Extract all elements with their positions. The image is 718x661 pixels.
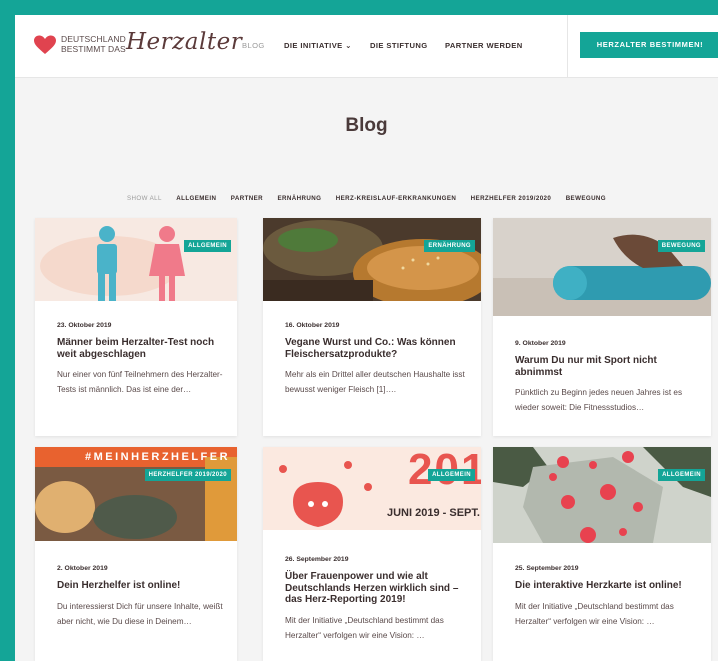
- card-content: 23. Oktober 2019 Männer beim Herzalter-T…: [57, 322, 223, 397]
- card-thumbnail[interactable]: BEWEGUNG: [493, 218, 711, 316]
- filter-herz-kreislauf[interactable]: HERZ-KREISLAUF-ERKRANKUNGEN: [336, 195, 456, 202]
- blog-card[interactable]: ALLGEMEIN 23. Oktober 2019 Männer beim H…: [35, 218, 237, 436]
- blog-card[interactable]: BEWEGUNG 9. Oktober 2019 Warum Du nur mi…: [493, 218, 711, 436]
- category-badge[interactable]: BEWEGUNG: [657, 240, 705, 252]
- thumbnail-hashtag: #MEINHERZHELFER: [85, 451, 231, 463]
- category-badge[interactable]: ALLGEMEIN: [428, 469, 475, 481]
- post-excerpt: Pünktlich zu Beginn jedes neuen Jahres i…: [515, 388, 683, 412]
- post-date: 16. Oktober 2019: [285, 322, 340, 329]
- filter-herzhelfer[interactable]: HERZHELFER 2019/2020: [471, 195, 552, 202]
- category-badge[interactable]: ERNÄHRUNG: [424, 240, 475, 252]
- germany-heart-map: [493, 447, 711, 543]
- card-content: 2. Oktober 2019 Dein Herzhelfer ist onli…: [57, 565, 223, 629]
- site-logo[interactable]: DEUTSCHLAND BESTIMMT DAS Herzalter: [33, 29, 242, 61]
- card-content: 9. Oktober 2019 Warum Du nur mit Sport n…: [515, 340, 697, 415]
- filter-partner[interactable]: PARTNER: [231, 195, 263, 202]
- category-badge[interactable]: ALLGEMEIN: [184, 240, 231, 252]
- post-date: 9. Oktober 2019: [515, 340, 566, 347]
- post-excerpt: Mit der Initiative „Deutschland bestimmt…: [515, 601, 674, 626]
- card-thumbnail[interactable]: 201 JUNI 2019 - SEPT. 2 ALLGEMEIN: [263, 447, 481, 530]
- post-title[interactable]: Warum Du nur mit Sport nicht abnimmst: [515, 355, 697, 378]
- post-date: 23. Oktober 2019: [57, 322, 112, 329]
- herzalter-bestimmen-button[interactable]: HERZALTER BESTIMMEN!: [580, 32, 718, 58]
- post-title[interactable]: Dein Herzhelfer ist online!: [57, 580, 223, 592]
- yoga-mat-photo: [493, 218, 711, 316]
- category-filters: SHOW ALL ALLGEMEIN PARTNER ERNÄHRUNG HER…: [15, 187, 718, 205]
- blog-card[interactable]: #MEINHERZHELFER HERZHELFER 2019/2020 2. …: [35, 447, 237, 661]
- nav-item-die-stiftung[interactable]: DIE STIFTUNG: [370, 41, 428, 50]
- nav-item-blog[interactable]: BLOG: [242, 41, 265, 50]
- logo-script: Herzalter: [126, 29, 243, 55]
- nav-item-partner-werden[interactable]: PARTNER WERDEN: [445, 41, 523, 50]
- post-title[interactable]: Vegane Wurst und Co.: Was können Fleisch…: [285, 337, 467, 360]
- site-header: DEUTSCHLAND BESTIMMT DAS Herzalter BLOG …: [15, 15, 718, 78]
- filter-bewegung[interactable]: BEWEGUNG: [566, 195, 606, 202]
- nav-divider: [567, 15, 568, 77]
- logo-subtitle: DEUTSCHLAND BESTIMMT DAS: [61, 34, 126, 54]
- blog-card[interactable]: ERNÄHRUNG 16. Oktober 2019 Vegane Wurst …: [263, 218, 481, 436]
- thumbnail-period: JUNI 2019 - SEPT. 2: [387, 507, 481, 519]
- post-excerpt: Mit der Initiative „Deutschland bestimmt…: [285, 615, 444, 640]
- blog-card[interactable]: ALLGEMEIN 25. September 2019 Die interak…: [493, 447, 711, 661]
- post-title[interactable]: Über Frauenpower und wie alt Deutschland…: [285, 571, 467, 606]
- card-thumbnail[interactable]: ERNÄHRUNG: [263, 218, 481, 301]
- page-frame: DEUTSCHLAND BESTIMMT DAS Herzalter BLOG …: [15, 15, 718, 661]
- category-badge[interactable]: HERZHELFER 2019/2020: [144, 469, 231, 481]
- filter-show-all[interactable]: SHOW ALL: [127, 195, 162, 202]
- filter-ernaehrung[interactable]: ERNÄHRUNG: [277, 195, 321, 202]
- logo-line-2: BESTIMMT DAS: [61, 43, 126, 54]
- blog-card[interactable]: 201 JUNI 2019 - SEPT. 2 ALLGEMEIN 26. Se…: [263, 447, 481, 661]
- post-excerpt: Du interessierst Dich für unsere Inhalte…: [57, 601, 223, 626]
- post-title[interactable]: Männer beim Herzalter-Test noch weit abg…: [57, 337, 223, 360]
- vegan-burger-photo: [263, 218, 481, 301]
- post-excerpt: Nur einer von fünf Teilnehmern des Herza…: [57, 370, 223, 394]
- category-badge[interactable]: ALLGEMEIN: [658, 469, 705, 481]
- card-thumbnail[interactable]: ALLGEMEIN: [493, 447, 711, 543]
- card-content: 16. Oktober 2019 Vegane Wurst und Co.: W…: [285, 322, 467, 397]
- card-thumbnail[interactable]: ALLGEMEIN: [35, 218, 237, 301]
- page-title: Blog: [345, 115, 388, 136]
- post-date: 2. Oktober 2019: [57, 565, 108, 572]
- heart-logo-icon: [34, 35, 56, 54]
- card-thumbnail[interactable]: #MEINHERZHELFER HERZHELFER 2019/2020: [35, 447, 237, 541]
- male-female-figures-illustration: [40, 226, 185, 301]
- card-content: 25. September 2019 Die interaktive Herzk…: [515, 565, 697, 629]
- post-date: 25. September 2019: [515, 565, 579, 572]
- post-excerpt: Mehr als ein Drittel aller deutschen Hau…: [285, 370, 465, 394]
- filter-allgemein[interactable]: ALLGEMEIN: [176, 195, 216, 202]
- nav-item-die-initiative[interactable]: DIE INITIATIVE ⌄: [284, 41, 352, 50]
- card-content: 26. September 2019 Über Frauenpower und …: [285, 556, 467, 643]
- post-title[interactable]: Die interaktive Herzkarte ist online!: [515, 580, 697, 592]
- post-date: 26. September 2019: [285, 556, 349, 563]
